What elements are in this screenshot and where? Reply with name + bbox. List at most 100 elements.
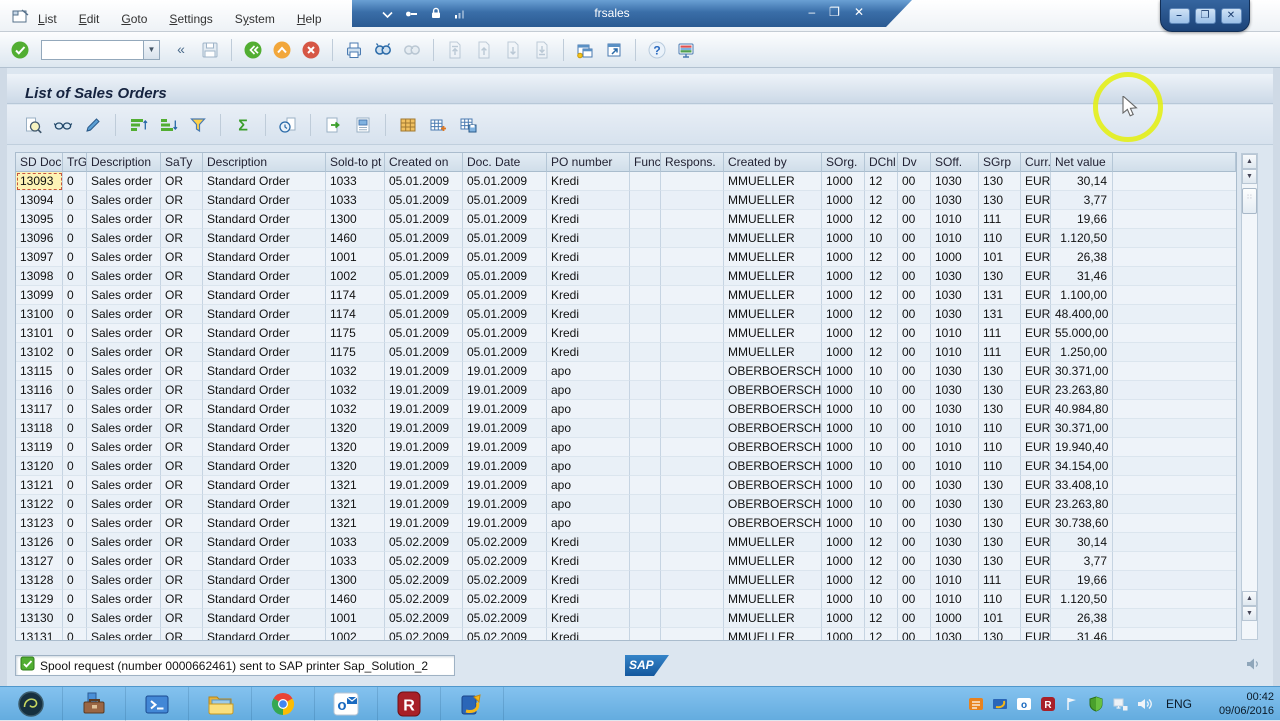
table-row[interactable]: 131260Sales orderORStandard Order103305.… <box>16 533 1236 552</box>
table-cell[interactable]: 130 <box>979 514 1021 533</box>
table-cell[interactable]: 13118 <box>16 419 63 438</box>
table-cell[interactable]: Standard Order <box>203 172 326 191</box>
table-cell[interactable]: 1030 <box>931 400 979 419</box>
table-cell[interactable]: 13102 <box>16 343 63 362</box>
table-cell[interactable]: OR <box>161 267 203 286</box>
table-cell[interactable]: Sales order <box>87 571 161 590</box>
table-cell[interactable] <box>630 172 661 191</box>
first-page-button[interactable] <box>443 38 467 62</box>
table-cell[interactable]: 0 <box>63 400 87 419</box>
table-cell[interactable]: 0 <box>63 172 87 191</box>
table-cell[interactable]: OR <box>161 210 203 229</box>
overlay-minimize-button[interactable]: – <box>1169 8 1190 24</box>
table-cell[interactable]: 12 <box>865 324 898 343</box>
table-cell[interactable]: Kredi <box>547 533 630 552</box>
menu-edit[interactable]: Edit <box>79 12 100 26</box>
table-cell[interactable]: 26,38 <box>1051 248 1113 267</box>
table-cell[interactable]: 1010 <box>931 210 979 229</box>
table-row[interactable]: 131180Sales orderORStandard Order132019.… <box>16 419 1236 438</box>
table-cell[interactable]: 05.01.2009 <box>463 343 547 362</box>
table-cell[interactable]: 10 <box>865 457 898 476</box>
back-button[interactable] <box>241 38 265 62</box>
glasses-button[interactable] <box>51 113 75 137</box>
table-cell[interactable]: Sales order <box>87 267 161 286</box>
table-cell[interactable]: 1000 <box>822 419 865 438</box>
scroll-down-button[interactable]: ▼ <box>1242 169 1257 184</box>
restore-button[interactable]: ❐ <box>829 5 840 19</box>
outlook-taskbar-button[interactable]: o <box>315 687 378 721</box>
page-up-button[interactable] <box>472 38 496 62</box>
taskbar-clock[interactable]: 00:42 09/06/2016 <box>1198 690 1274 718</box>
chrome-taskbar-button[interactable] <box>252 687 315 721</box>
help-button[interactable]: ? <box>645 38 669 62</box>
table-cell[interactable]: 111 <box>979 324 1021 343</box>
table-cell[interactable]: 05.02.2009 <box>385 533 463 552</box>
table-cell[interactable]: 19.01.2009 <box>385 438 463 457</box>
table-row[interactable]: 131160Sales orderORStandard Order103219.… <box>16 381 1236 400</box>
table-cell[interactable]: 19.01.2009 <box>463 438 547 457</box>
table-cell[interactable]: 1001 <box>326 248 385 267</box>
table-cell[interactable] <box>630 628 661 641</box>
table-cell[interactable]: 00 <box>898 191 931 210</box>
table-cell[interactable]: OBERBOERSCHG <box>724 438 822 457</box>
table-cell[interactable]: 13117 <box>16 400 63 419</box>
table-cell[interactable]: Kredi <box>547 324 630 343</box>
table-cell[interactable]: EUR <box>1021 172 1051 191</box>
table-cell[interactable]: 13123 <box>16 514 63 533</box>
table-cell[interactable]: 05.01.2009 <box>385 191 463 210</box>
table-row[interactable]: 131000Sales orderORStandard Order117405.… <box>16 305 1236 324</box>
table-cell[interactable]: 1000 <box>822 286 865 305</box>
table-cell[interactable]: 1030 <box>931 514 979 533</box>
table-cell[interactable]: 0 <box>63 419 87 438</box>
table-cell[interactable]: 33.408,10 <box>1051 476 1113 495</box>
table-cell[interactable]: 00 <box>898 210 931 229</box>
file-explorer-taskbar-button[interactable] <box>189 687 252 721</box>
table-cell[interactable]: 0 <box>63 324 87 343</box>
table-cell[interactable] <box>630 571 661 590</box>
table-row[interactable]: 131170Sales orderORStandard Order103219.… <box>16 400 1236 419</box>
column-header[interactable]: Sold-to pt <box>326 153 385 172</box>
table-cell[interactable]: Standard Order <box>203 514 326 533</box>
table-cell[interactable]: 1300 <box>326 210 385 229</box>
table-cell[interactable]: MMUELLER <box>724 248 822 267</box>
table-cell[interactable]: OR <box>161 514 203 533</box>
table-cell[interactable]: 00 <box>898 305 931 324</box>
table-cell[interactable]: 0 <box>63 305 87 324</box>
table-row[interactable]: 130990Sales orderORStandard Order117405.… <box>16 286 1236 305</box>
scrollbar-handle[interactable]: ∷ <box>1242 188 1257 214</box>
menu-list[interactable]: List <box>38 12 57 26</box>
table-cell[interactable]: Standard Order <box>203 590 326 609</box>
column-header[interactable]: Funct <box>630 153 661 172</box>
table-cell[interactable]: Sales order <box>87 362 161 381</box>
table-cell[interactable]: 00 <box>898 495 931 514</box>
table-cell[interactable]: 00 <box>898 590 931 609</box>
table-cell[interactable]: 130 <box>979 552 1021 571</box>
table-cell[interactable]: Standard Order <box>203 476 326 495</box>
table-cell[interactable]: OR <box>161 533 203 552</box>
table-cell[interactable]: 1033 <box>326 191 385 210</box>
grid-insert-button[interactable] <box>426 113 450 137</box>
table-cell[interactable]: OBERBOERSCHG <box>724 400 822 419</box>
table-cell[interactable]: 0 <box>63 533 87 552</box>
table-cell[interactable]: Sales order <box>87 628 161 641</box>
message-history-icon[interactable] <box>1245 657 1261 676</box>
language-indicator[interactable]: ENG <box>1166 697 1192 711</box>
table-cell[interactable]: 1000 <box>822 495 865 514</box>
table-cell[interactable]: EUR <box>1021 457 1051 476</box>
table-cell[interactable] <box>661 571 724 590</box>
table-cell[interactable]: 1030 <box>931 172 979 191</box>
table-cell[interactable]: apo <box>547 400 630 419</box>
table-cell[interactable]: 0 <box>63 191 87 210</box>
table-cell[interactable] <box>661 533 724 552</box>
table-cell[interactable]: 00 <box>898 438 931 457</box>
table-cell[interactable]: EUR <box>1021 362 1051 381</box>
table-cell[interactable]: 19.01.2009 <box>385 457 463 476</box>
table-cell[interactable] <box>630 590 661 609</box>
table-cell[interactable]: 00 <box>898 172 931 191</box>
table-cell[interactable]: 1030 <box>931 495 979 514</box>
server-manager-taskbar-button[interactable] <box>63 687 126 721</box>
table-cell[interactable]: 110 <box>979 457 1021 476</box>
table-cell[interactable]: OR <box>161 628 203 641</box>
table-cell[interactable] <box>630 457 661 476</box>
table-cell[interactable]: 1000 <box>822 609 865 628</box>
